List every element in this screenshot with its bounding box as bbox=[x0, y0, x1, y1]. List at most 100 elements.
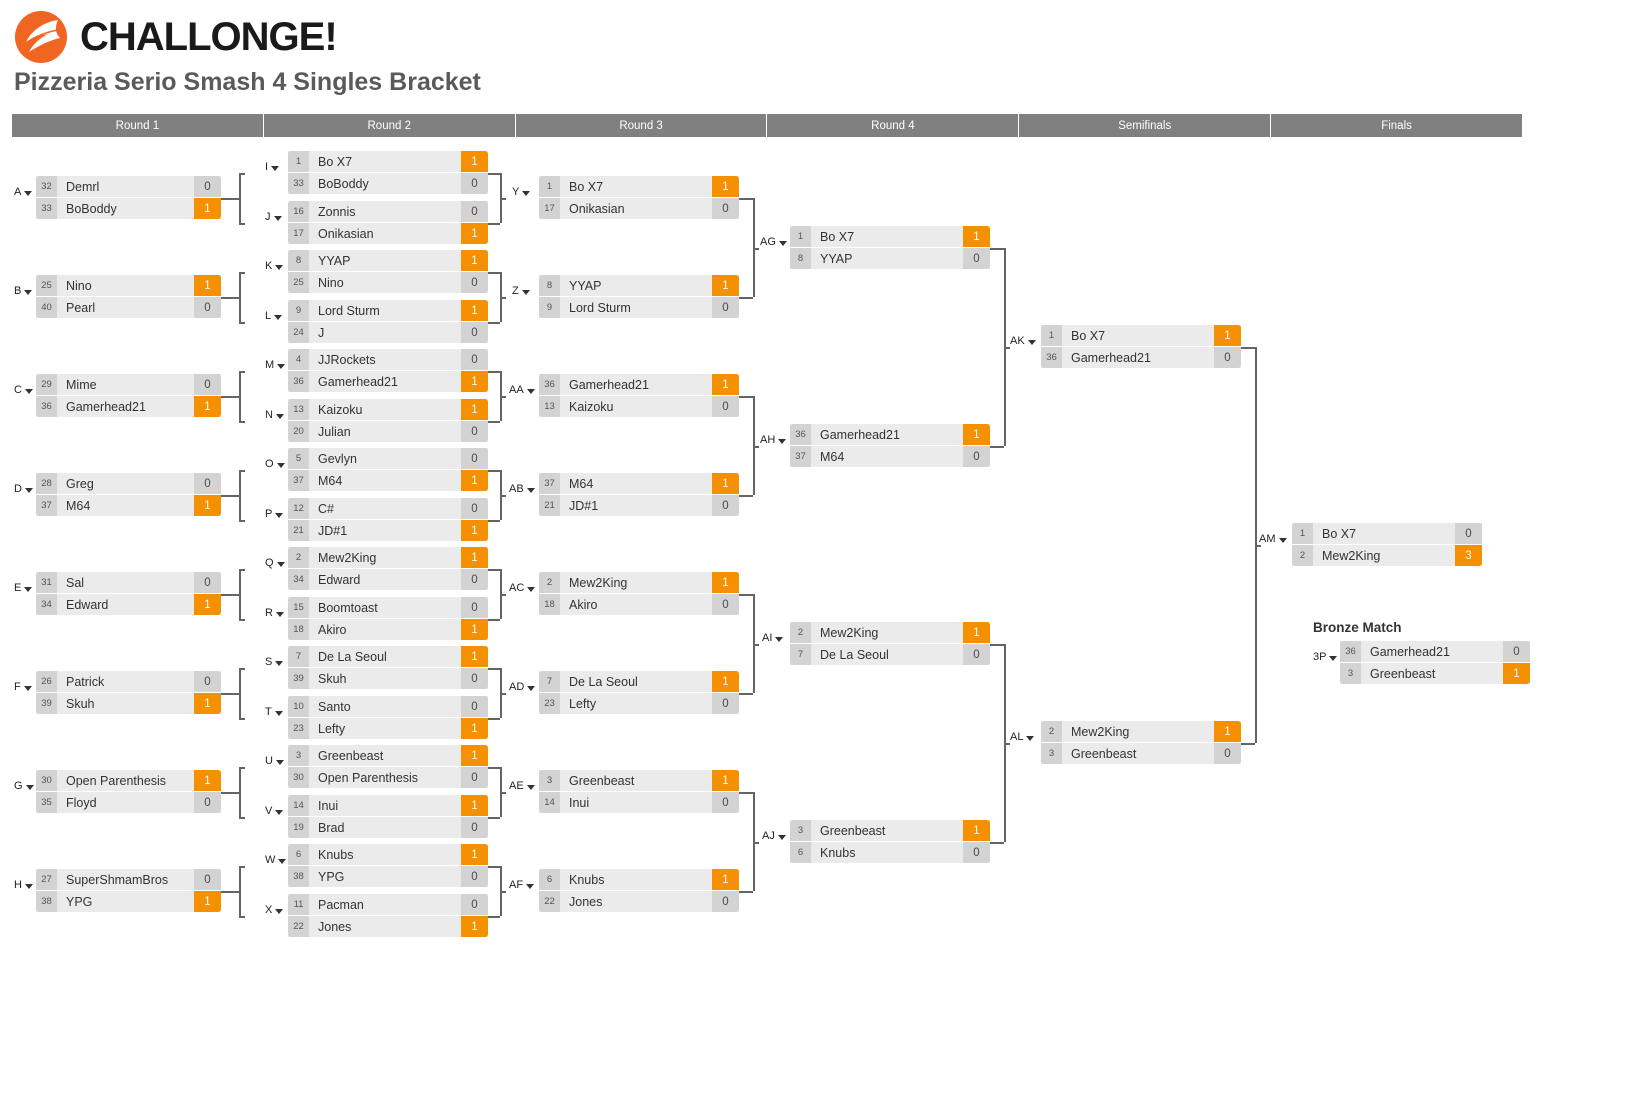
chevron-down-icon[interactable] bbox=[1026, 735, 1035, 741]
chevron-down-icon[interactable] bbox=[275, 611, 284, 617]
score-winner[interactable]: 1 bbox=[194, 693, 221, 714]
chevron-down-icon[interactable] bbox=[775, 636, 784, 642]
match-label-3p[interactable]: 3P bbox=[1313, 651, 1338, 663]
chevron-down-icon[interactable] bbox=[274, 314, 283, 320]
participant-name[interactable]: Open Parenthesis bbox=[309, 767, 461, 788]
match-af[interactable]: 6 Knubs 1 22 Jones 0 bbox=[539, 869, 739, 912]
match-row[interactable]: 7 De La Seoul 1 bbox=[539, 671, 739, 692]
chevron-down-icon[interactable] bbox=[275, 413, 284, 419]
score[interactable]: 0 bbox=[461, 173, 488, 194]
match-row[interactable]: 9 Lord Sturm 0 bbox=[539, 297, 739, 318]
score-winner[interactable]: 1 bbox=[963, 622, 990, 643]
participant-name[interactable]: Greenbeast bbox=[1361, 663, 1503, 684]
match-b[interactable]: 25 Nino 1 40 Pearl 0 bbox=[36, 275, 221, 318]
match-a[interactable]: 32 Demrl 0 33 BoBoddy 1 bbox=[36, 176, 221, 219]
participant-name[interactable]: JJRockets bbox=[309, 349, 461, 370]
score[interactable]: 0 bbox=[194, 297, 221, 318]
match-al[interactable]: 2 Mew2King 1 3 Greenbeast 0 bbox=[1041, 721, 1241, 764]
match-row[interactable]: 2 Mew2King 3 bbox=[1292, 545, 1482, 566]
score-winner[interactable]: 1 bbox=[712, 473, 739, 494]
participant-name[interactable]: Skuh bbox=[57, 693, 194, 714]
score-winner[interactable]: 1 bbox=[712, 275, 739, 296]
match-row[interactable]: 2 Mew2King 1 bbox=[790, 622, 990, 643]
score-winner[interactable]: 1 bbox=[1214, 325, 1241, 346]
match-row[interactable]: 35 Floyd 0 bbox=[36, 792, 221, 813]
score[interactable]: 0 bbox=[194, 176, 221, 197]
participant-name[interactable]: Pearl bbox=[57, 297, 194, 318]
participant-name[interactable]: Akiro bbox=[309, 619, 461, 640]
match-row[interactable]: 37 M64 1 bbox=[36, 495, 221, 516]
score[interactable]: 0 bbox=[194, 572, 221, 593]
match-v[interactable]: 14 Inui 1 19 Brad 0 bbox=[288, 795, 488, 838]
score[interactable]: 0 bbox=[461, 767, 488, 788]
match-label-ab[interactable]: AB bbox=[509, 483, 535, 495]
participant-name[interactable]: Patrick bbox=[57, 671, 194, 692]
match-label-z[interactable]: Z bbox=[512, 285, 530, 297]
chevron-down-icon[interactable] bbox=[527, 685, 536, 691]
match-row[interactable]: 28 Greg 0 bbox=[36, 473, 221, 494]
participant-name[interactable]: Knubs bbox=[560, 869, 712, 890]
match-i[interactable]: 1 Bo X7 1 33 BoBoddy 0 bbox=[288, 151, 488, 194]
match-row[interactable]: 30 Open Parenthesis 0 bbox=[288, 767, 488, 788]
match-label-l[interactable]: L bbox=[265, 310, 283, 322]
score[interactable]: 0 bbox=[461, 322, 488, 343]
participant-name[interactable]: Zonnis bbox=[309, 201, 461, 222]
score[interactable]: 0 bbox=[963, 446, 990, 467]
match-label-ak[interactable]: AK bbox=[1010, 335, 1036, 347]
participant-name[interactable]: J bbox=[309, 322, 461, 343]
chevron-down-icon[interactable] bbox=[271, 165, 280, 171]
match-r[interactable]: 15 Boomtoast 0 18 Akiro 1 bbox=[288, 597, 488, 640]
score[interactable]: 0 bbox=[1455, 523, 1482, 544]
match-label-o[interactable]: O bbox=[265, 458, 285, 470]
match-row[interactable]: 31 Sal 0 bbox=[36, 572, 221, 593]
score[interactable]: 0 bbox=[461, 894, 488, 915]
score[interactable]: 0 bbox=[712, 792, 739, 813]
score-winner[interactable]: 1 bbox=[461, 399, 488, 420]
match-label-c[interactable]: C bbox=[14, 384, 33, 396]
score[interactable]: 0 bbox=[194, 374, 221, 395]
match-row[interactable]: 2 Mew2King 1 bbox=[539, 572, 739, 593]
match-row[interactable]: 26 Patrick 0 bbox=[36, 671, 221, 692]
match-row[interactable]: 33 BoBoddy 0 bbox=[288, 173, 488, 194]
participant-name[interactable]: M64 bbox=[57, 495, 194, 516]
chevron-down-icon[interactable] bbox=[526, 784, 535, 790]
match-row[interactable]: 21 JD#1 0 bbox=[539, 495, 739, 516]
participant-name[interactable]: Boomtoast bbox=[309, 597, 461, 618]
score[interactable]: 0 bbox=[963, 248, 990, 269]
score[interactable]: 0 bbox=[461, 498, 488, 519]
match-label-u[interactable]: U bbox=[265, 755, 284, 767]
match-row[interactable]: 24 J 0 bbox=[288, 322, 488, 343]
match-row[interactable]: 8 YYAP 1 bbox=[288, 250, 488, 271]
match-row[interactable]: 25 Nino 1 bbox=[36, 275, 221, 296]
score[interactable]: 0 bbox=[1214, 347, 1241, 368]
score-winner[interactable]: 1 bbox=[461, 371, 488, 392]
participant-name[interactable]: Gamerhead21 bbox=[1062, 347, 1214, 368]
participant-name[interactable]: JD#1 bbox=[309, 520, 461, 541]
match-row[interactable]: 14 Inui 0 bbox=[539, 792, 739, 813]
participant-name[interactable]: Nino bbox=[309, 272, 461, 293]
match-e[interactable]: 31 Sal 0 34 Edward 1 bbox=[36, 572, 221, 615]
match-f[interactable]: 26 Patrick 0 39 Skuh 1 bbox=[36, 671, 221, 714]
match-row[interactable]: 19 Brad 0 bbox=[288, 817, 488, 838]
match-n[interactable]: 13 Kaizoku 1 20 Julian 0 bbox=[288, 399, 488, 442]
match-label-ah[interactable]: AH bbox=[760, 434, 787, 446]
score-winner[interactable]: 1 bbox=[461, 795, 488, 816]
match-z[interactable]: 8 YYAP 1 9 Lord Sturm 0 bbox=[539, 275, 739, 318]
score[interactable]: 0 bbox=[194, 792, 221, 813]
chevron-down-icon[interactable] bbox=[1278, 537, 1287, 543]
match-row[interactable]: 6 Knubs 1 bbox=[539, 869, 739, 890]
chevron-down-icon[interactable] bbox=[23, 685, 32, 691]
participant-name[interactable]: M64 bbox=[309, 470, 461, 491]
match-row[interactable]: 37 M64 1 bbox=[539, 473, 739, 494]
participant-name[interactable]: Jones bbox=[560, 891, 712, 912]
match-row[interactable]: 40 Pearl 0 bbox=[36, 297, 221, 318]
chevron-down-icon[interactable] bbox=[276, 561, 285, 567]
chevron-down-icon[interactable] bbox=[24, 586, 33, 592]
score[interactable]: 0 bbox=[1503, 641, 1530, 662]
participant-name[interactable]: Julian bbox=[309, 421, 461, 442]
score[interactable]: 0 bbox=[461, 448, 488, 469]
score-winner[interactable]: 1 bbox=[461, 718, 488, 739]
participant-name[interactable]: Bo X7 bbox=[309, 151, 461, 172]
score-winner[interactable]: 1 bbox=[461, 745, 488, 766]
chevron-down-icon[interactable] bbox=[778, 240, 787, 246]
